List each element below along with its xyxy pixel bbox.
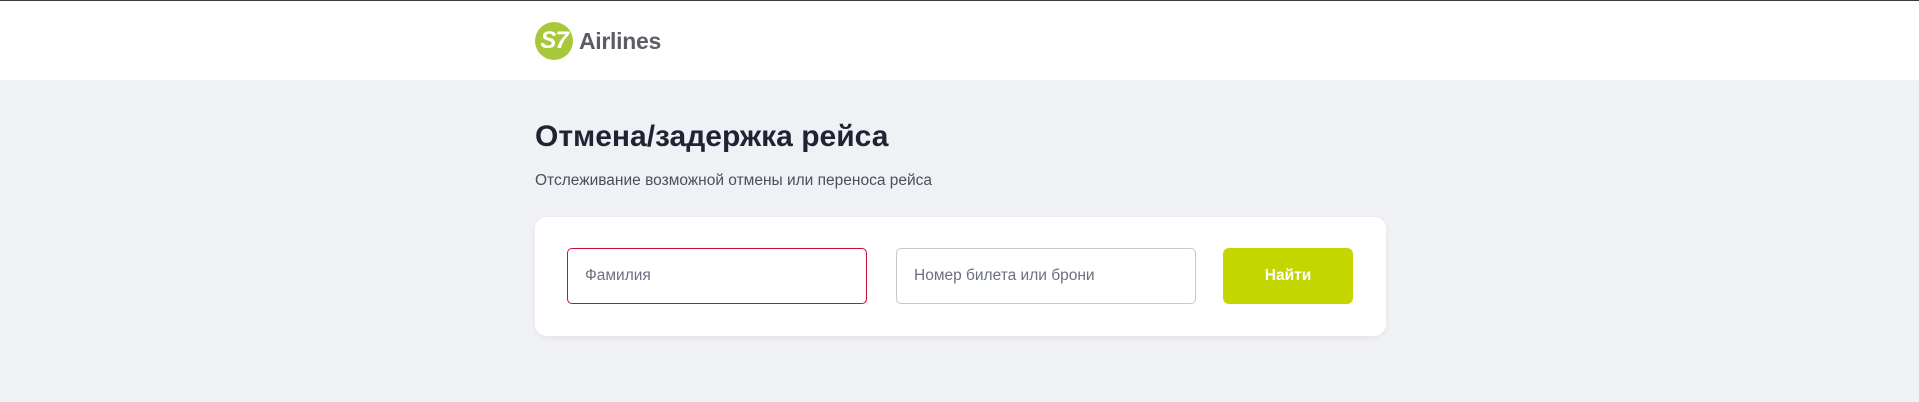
flight-search-card: Найти bbox=[535, 217, 1386, 336]
page-subtitle: Отслеживание возможной отмены или перено… bbox=[535, 172, 933, 189]
s7-logo-icon: S7 bbox=[535, 22, 573, 60]
page-title: Отмена/задержка рейса bbox=[535, 120, 889, 153]
ticket-number-input[interactable] bbox=[896, 248, 1196, 304]
s7-airlines-logo[interactable]: S7 Airlines bbox=[535, 21, 661, 61]
search-button[interactable]: Найти bbox=[1223, 248, 1353, 304]
lastname-input[interactable] bbox=[567, 248, 867, 304]
logo-text: Airlines bbox=[579, 27, 661, 54]
site-header: S7 Airlines bbox=[0, 1, 1919, 80]
